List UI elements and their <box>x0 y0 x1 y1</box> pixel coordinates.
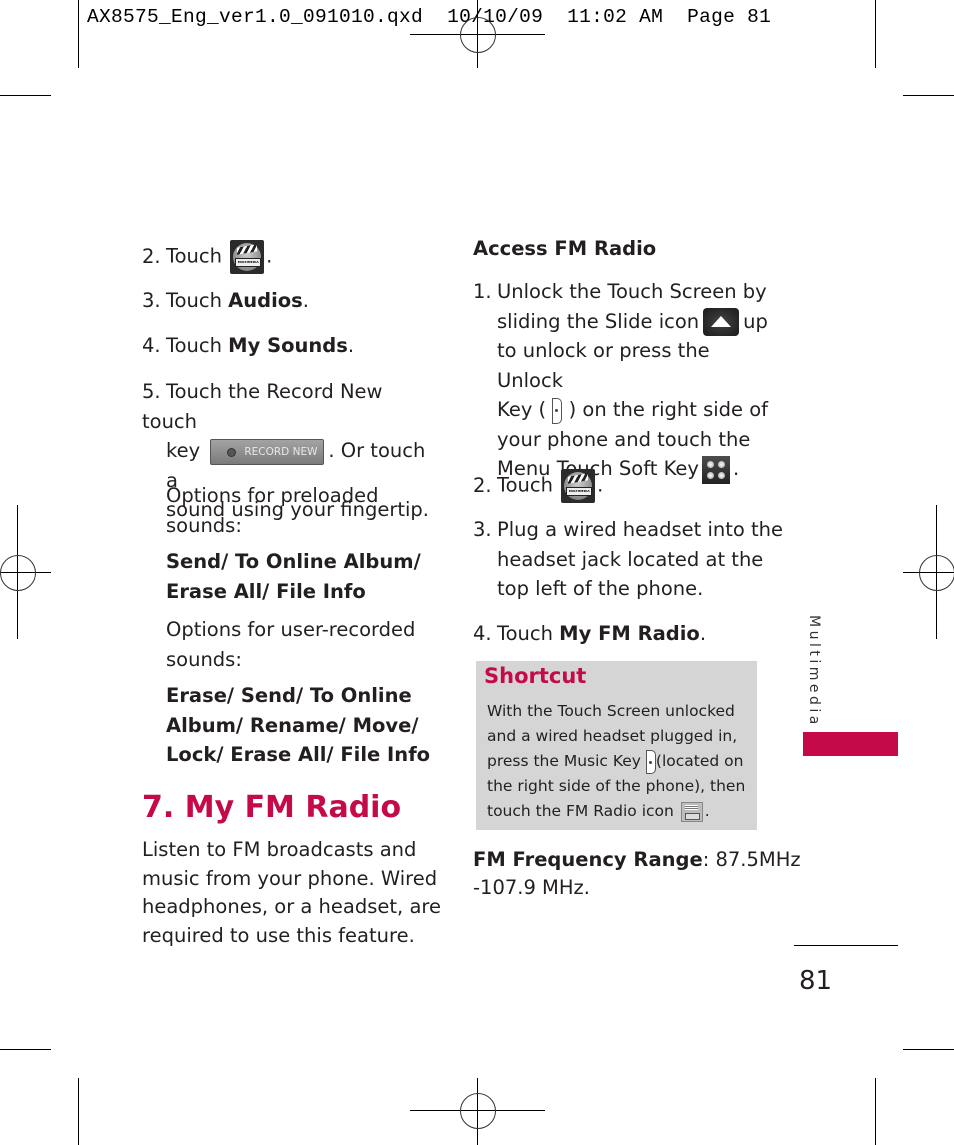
step-2-left: 2. Touch MULTIMEDIA. <box>142 240 272 274</box>
page-number: 81 <box>799 966 833 996</box>
registration-mark <box>460 1093 496 1129</box>
menu-soft-key-icon <box>701 455 730 484</box>
side-tab-marker <box>803 732 898 756</box>
multimedia-icon: MULTIMEDIA <box>561 469 596 503</box>
my-fm-radio-label: My FM Radio <box>559 622 700 645</box>
fm-radio-icon <box>680 801 703 822</box>
slug-time: 11:02 AM <box>567 6 664 28</box>
slide-unlock-icon <box>703 308 740 336</box>
slug-date: 10/10/09 <box>447 6 544 28</box>
multimedia-icon: MULTIMEDIA <box>230 240 265 274</box>
options-preloaded-values: Send/ To Online Album/ Erase All/ File I… <box>166 550 421 603</box>
unlock-key-icon <box>552 397 563 424</box>
crop-mark <box>875 0 876 68</box>
crop-mark <box>0 1049 51 1050</box>
step-2-right: 2. Touch MULTIMEDIA. <box>473 469 603 503</box>
my-sounds-label: My Sounds <box>228 334 348 357</box>
record-dot-icon <box>227 447 237 457</box>
side-tab-label: Multimedia <box>806 615 822 728</box>
crop-mark <box>903 95 954 96</box>
slug-page: Page 81 <box>687 6 772 28</box>
page-number-rule <box>794 945 898 946</box>
step-4-left: 4. Touch My Sounds. <box>142 334 355 357</box>
shortcut-body: With the Touch Screen unlocked and a wir… <box>487 702 746 822</box>
crop-mark <box>0 95 51 96</box>
print-slug: AX8575_Eng_ver1.0_091010.qxd 10/10/09 11… <box>87 6 771 28</box>
crop-mark <box>78 0 79 68</box>
step-3-right: 3. Plug a wired headset into the headset … <box>473 518 784 600</box>
options-user-label: Options for user-recorded sounds: <box>166 618 416 671</box>
step-1-right: 1. Unlock the Touch Screen by sliding the… <box>473 277 773 484</box>
shortcut-title: Shortcut <box>484 664 587 688</box>
crop-mark <box>78 1078 79 1145</box>
shortcut-box: Shortcut With the Touch Screen unlocked … <box>476 661 757 830</box>
crop-mark <box>875 1078 876 1145</box>
section-body: Listen to FM broadcasts and music from y… <box>142 838 441 947</box>
registration-mark <box>0 555 36 591</box>
slug-filename: AX8575_Eng_ver1.0_091010.qxd <box>87 6 424 28</box>
options-preloaded-label: Options for preloaded sounds: <box>166 484 379 537</box>
registration-mark <box>460 17 496 53</box>
step-3-left: 3. Touch Audios. <box>142 289 309 312</box>
record-new-button: RECORD NEW <box>210 438 325 465</box>
step-4-right: 4. Touch My FM Radio. <box>473 622 707 645</box>
access-fm-radio-heading: Access FM Radio <box>473 237 657 260</box>
fm-frequency-range: FM Frequency Range: 87.5MHz -107.9 MHz. <box>473 848 801 899</box>
registration-mark <box>919 555 954 591</box>
options-user-values: Erase/ Send/ To Online Album/ Rename/ Mo… <box>166 684 431 766</box>
crop-mark <box>903 1049 954 1050</box>
music-key-icon <box>645 749 656 774</box>
audios-label: Audios <box>228 289 303 312</box>
section-heading: 7. My FM Radio <box>142 790 402 825</box>
